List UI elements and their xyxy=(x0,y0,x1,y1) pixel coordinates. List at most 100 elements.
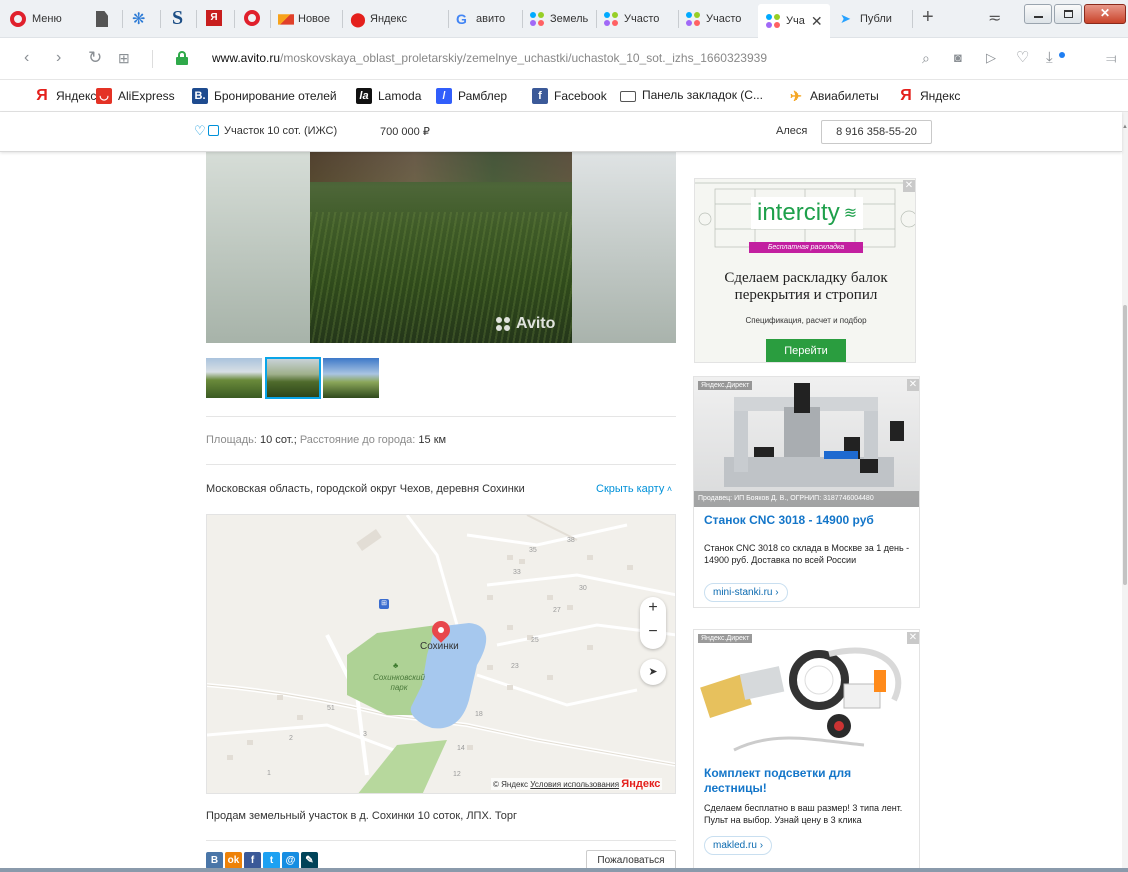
ad-go-button[interactable]: Перейти xyxy=(766,339,846,362)
ad-link-button[interactable]: mini-stanki.ru › xyxy=(704,583,788,602)
url-field[interactable]: www.avito.ru/moskovskaya_oblast_proletar… xyxy=(212,51,767,65)
lock-icon xyxy=(176,51,188,65)
opera-tab-icon[interactable] xyxy=(244,10,260,26)
ad-link-button[interactable]: makled.ru › xyxy=(704,836,773,855)
close-tab-icon[interactable]: ✕ xyxy=(811,13,823,30)
reload-icon[interactable]: ↻ xyxy=(88,48,102,68)
photo-thumbnail-2[interactable] xyxy=(265,357,321,399)
tab-avito-2[interactable]: Участо xyxy=(604,6,662,32)
chevron-right-icon: › xyxy=(759,840,764,851)
ad-close-icon[interactable]: ✕ xyxy=(907,379,919,391)
house-number: 25 xyxy=(531,637,539,644)
map[interactable]: 35 38 33 30 27 25 23 18 14 12 51 2 3 1 ⊞… xyxy=(206,514,676,794)
zoom-out-button[interactable]: − xyxy=(640,623,666,641)
map-canvas[interactable] xyxy=(207,515,676,794)
yandex-icon: Я xyxy=(900,87,912,104)
tab-mail[interactable]: Новое xyxy=(278,6,340,32)
downloads-icon[interactable]: ⤓ xyxy=(1046,48,1053,68)
ad-headline: Сделаем раскладку балок перекрытия и стр… xyxy=(724,270,888,303)
share-mail-icon[interactable]: @ xyxy=(282,852,299,868)
tab-avito-active[interactable]: Уча ✕ xyxy=(758,4,830,38)
ad-title[interactable]: Комплект подсветки для лестницы! xyxy=(704,766,904,796)
bookmark-item[interactable]: B. Бронирование отелей xyxy=(192,88,337,104)
minimize-button[interactable] xyxy=(1024,4,1052,24)
house-number: 38 xyxy=(567,537,575,544)
bookmark-item[interactable]: f Facebook xyxy=(532,88,607,104)
ad-close-icon[interactable]: ✕ xyxy=(907,632,919,644)
seller-name: Алеся xyxy=(776,125,808,137)
intercity-logo: intercity ≋ xyxy=(751,197,864,229)
photo-thumbnail-1[interactable] xyxy=(206,358,262,398)
back-icon[interactable]: ‹ xyxy=(24,48,29,68)
bookmark-item[interactable]: Я Яндекс xyxy=(898,88,960,104)
house-number: 35 xyxy=(529,547,537,554)
easy-setup-icon[interactable]: ⫤ xyxy=(1106,48,1117,68)
bookmark-item[interactable]: la Lamoda xyxy=(356,88,421,104)
led-image xyxy=(694,630,919,758)
tab-avito-1[interactable]: Земель xyxy=(530,6,588,32)
bookmark-item[interactable]: ◡ AliExpress xyxy=(96,88,175,104)
speed-dial-icon[interactable]: ⊞ xyxy=(118,48,130,68)
share-vk-icon[interactable]: В xyxy=(206,852,223,868)
tab-google[interactable]: G авито xyxy=(456,6,516,32)
close-window-button[interactable]: ✕ xyxy=(1084,4,1126,24)
photo-thumbnail-3[interactable] xyxy=(323,358,379,398)
bookmark-item[interactable]: Панель закладок (С... xyxy=(620,88,763,102)
bookmark-label: AliExpress xyxy=(118,89,175,103)
ad-ribbon: Бесплатная раскладка xyxy=(749,242,863,253)
phone-button[interactable]: 8 916 358-55-20 xyxy=(821,120,932,144)
scrollbar-thumb[interactable] xyxy=(1123,305,1127,585)
pinned-red-tab-icon[interactable]: Я xyxy=(206,10,222,26)
forward-icon[interactable]: › xyxy=(56,48,61,68)
ad-cnc[interactable]: Яндекс.Директ Продавец: ИП Бояков Д. В.,… xyxy=(693,376,920,608)
bookmark-heart-icon[interactable]: ♡ xyxy=(1016,48,1029,68)
report-button[interactable]: Пожаловаться xyxy=(586,850,676,868)
booking-icon: B. xyxy=(192,88,208,104)
lamoda-icon: la xyxy=(356,88,372,104)
map-terms-link[interactable]: Условия использования xyxy=(530,780,619,789)
house-number: 12 xyxy=(453,771,461,778)
geolocation-button[interactable]: ➤ xyxy=(640,659,666,685)
tab-yandex[interactable]: ⬤ Яндекс xyxy=(350,6,408,32)
ad-led[interactable]: Яндекс.Директ Комплект подсветки для лес… xyxy=(693,629,920,868)
s-tab-icon[interactable]: S xyxy=(172,7,183,30)
os-taskbar xyxy=(0,868,1128,872)
ad-intercity[interactable]: intercity ≋ Бесплатная раскладка Сделаем… xyxy=(694,178,916,363)
tab-publications[interactable]: ➤ Публи xyxy=(840,6,910,32)
share-ok-icon[interactable]: ok xyxy=(225,852,242,868)
share-fb-icon[interactable]: f xyxy=(244,852,261,868)
bookmark-item[interactable]: ✈ Авиабилеты xyxy=(788,88,879,104)
tab-bar: Меню ❋ S Я Новое ⬤ Яндекс G авито Земель… xyxy=(0,0,1128,38)
downloads-badge xyxy=(1059,52,1065,58)
tab-avito-3[interactable]: Участо xyxy=(686,6,744,32)
address-bar: ‹ › ↻ ⊞ www.avito.ru/moskovskaya_oblast_… xyxy=(0,38,1128,80)
snowflake-tab-icon[interactable]: ❋ xyxy=(132,9,145,29)
scroll-up-icon[interactable]: ▲ xyxy=(1122,124,1128,130)
maximize-button[interactable] xyxy=(1054,4,1082,24)
opera-logo-icon xyxy=(10,11,26,27)
zoom-in-button[interactable]: + xyxy=(640,599,666,617)
yandex-map-logo[interactable]: Яндекс xyxy=(621,778,660,790)
ad-tag: Яндекс.Директ xyxy=(698,634,753,643)
camera-icon[interactable]: ◙ xyxy=(954,48,962,68)
main-photo[interactable]: Avito xyxy=(206,152,676,343)
tab-menu-icon[interactable]: ≂ xyxy=(988,8,1001,28)
hide-map-link[interactable]: Скрыть карту ˄ xyxy=(596,483,672,495)
bookmark-item[interactable]: Я Яндекс xyxy=(34,88,96,104)
bookmark-item[interactable]: / Рамблер xyxy=(436,88,507,104)
favorite-heart-icon[interactable]: ♡ xyxy=(194,123,206,139)
opera-menu-button[interactable]: Меню xyxy=(10,11,62,27)
document-tab-icon[interactable] xyxy=(96,11,108,27)
google-icon: G xyxy=(456,11,467,27)
share-lj-icon[interactable]: ✎ xyxy=(301,852,318,868)
note-icon[interactable] xyxy=(208,125,219,136)
search-icon[interactable]: ⌕ xyxy=(922,48,930,68)
new-tab-icon[interactable]: + xyxy=(922,6,934,29)
bus-stop-icon[interactable]: ⊞ xyxy=(379,599,389,609)
bookmark-label: Панель закладок (С... xyxy=(642,88,763,102)
avito-icon xyxy=(530,11,546,27)
send-icon[interactable]: ▷ xyxy=(986,48,996,68)
share-tw-icon[interactable]: t xyxy=(263,852,280,868)
ad-close-icon[interactable]: ✕ xyxy=(903,180,915,192)
ad-title[interactable]: Станок CNC 3018 - 14900 руб xyxy=(704,513,874,527)
